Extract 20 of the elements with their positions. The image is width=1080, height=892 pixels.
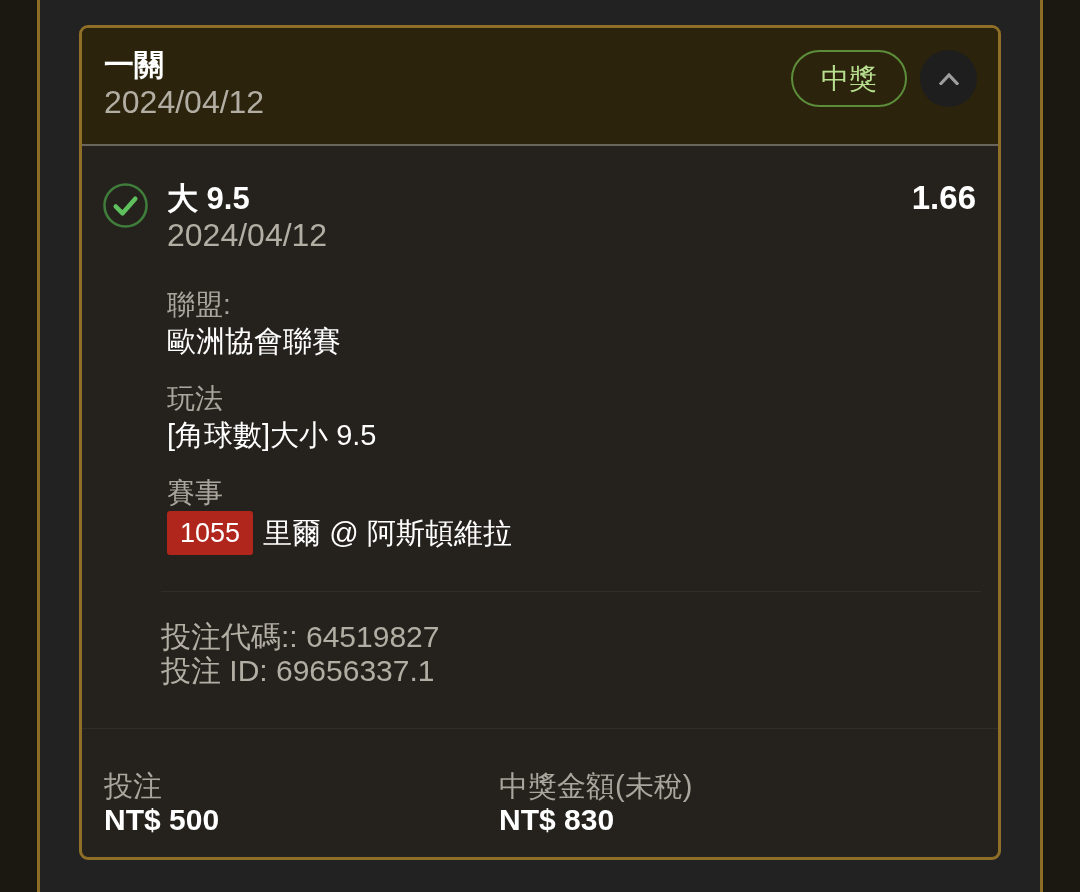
summary-amount: NT$ 830 bbox=[499, 803, 616, 837]
detail-value: [角球數]大小 9.5 bbox=[167, 418, 378, 453]
detail-value: 歐洲協會聯賽 bbox=[167, 324, 342, 359]
chevron-up-icon bbox=[938, 72, 959, 85]
detail-label: 賽事 bbox=[167, 476, 224, 510]
summary-label: 投注 bbox=[104, 769, 163, 803]
status-badge: 中獎 bbox=[791, 50, 907, 107]
bet-code-text: 投注 ID: 69656337.1 bbox=[161, 654, 436, 688]
bet-code-text: 投注代碼:: 64519827 bbox=[161, 620, 441, 654]
selection-date: 2024/04/12 bbox=[167, 217, 329, 253]
match-teams: 里爾 @ 阿斯頓維拉 bbox=[263, 516, 512, 551]
summary-amount: NT$ 500 bbox=[104, 803, 221, 837]
pick-title: 大 9.5 bbox=[167, 181, 250, 217]
detail-label: 玩法 bbox=[167, 382, 224, 416]
detail-label: 聯盟: bbox=[167, 288, 232, 322]
summary-label: 中獎金額(未稅) bbox=[499, 769, 694, 803]
odds-value: 1.66 bbox=[911, 180, 976, 216]
ticket-title: 一關 bbox=[104, 47, 165, 83]
ticket-date: 2024/04/12 bbox=[104, 84, 266, 120]
match-number-tag: 1055 bbox=[167, 511, 254, 555]
